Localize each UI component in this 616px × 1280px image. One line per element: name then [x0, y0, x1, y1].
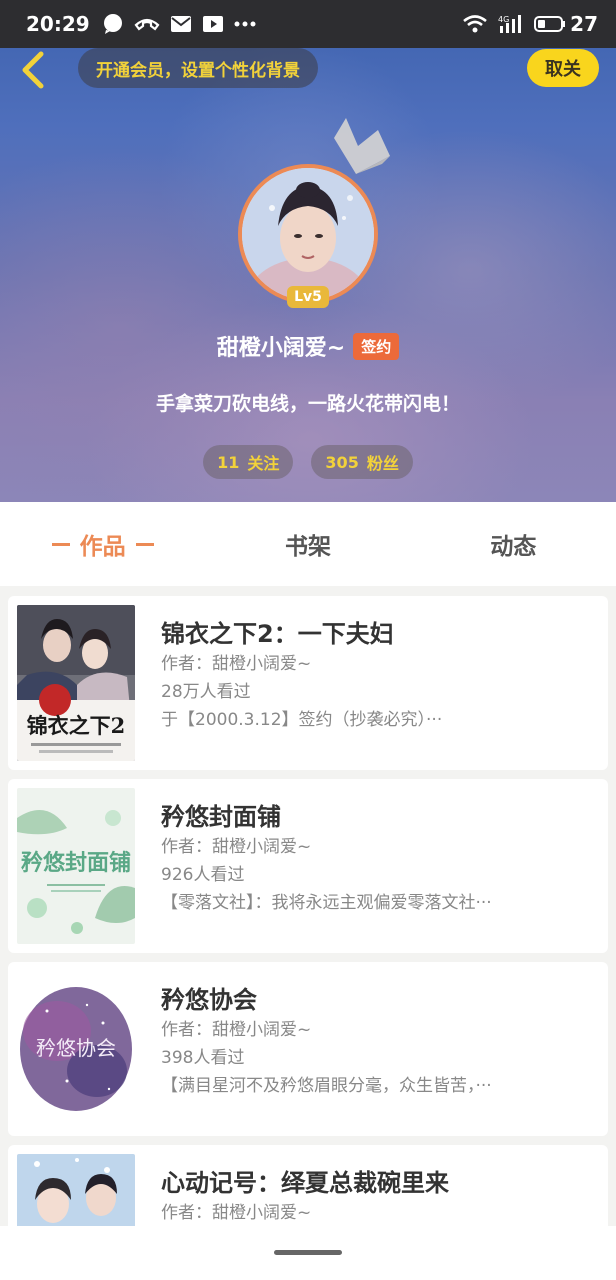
svg-text:锦衣之下2: 锦衣之下2	[27, 713, 126, 738]
user-bio: 手拿菜刀砍电线，一路火花带闪电！	[155, 393, 460, 415]
signal-icon: 4G	[498, 14, 524, 34]
book-info: 心动记号：绎夏总裁碗里来 作者：甜橙小阔爱~	[161, 1163, 594, 1226]
book-title[interactable]: 矜悠协会	[161, 980, 594, 1016]
profile-header: 20:29 4G 27 开通会员，设置个性化背景 取关 Lv5 甜橙小阔爱~ 签…	[0, 0, 616, 502]
tab-works-label: 作品	[79, 534, 126, 560]
battery-level: 27	[570, 12, 598, 36]
tab-indicator-right	[135, 542, 154, 546]
followers-label: 粉丝	[366, 454, 399, 473]
home-indicator[interactable]	[274, 1250, 342, 1255]
avatar[interactable]	[238, 164, 378, 304]
tab-activity[interactable]: 动态	[411, 502, 616, 586]
play-icon	[202, 15, 224, 33]
status-bar: 20:29 4G 27	[0, 0, 616, 48]
book-author: 作者：甜橙小阔爱~	[161, 654, 312, 674]
phone-icon	[134, 13, 160, 35]
status-time: 20:29	[26, 12, 90, 36]
svg-text:矜悠协会: 矜悠协会	[36, 1036, 116, 1060]
book-info: 矜悠封面铺 作者：甜橙小阔爱~ 926人看过 【零落文社】：我将永远主观偏爱零落…	[161, 797, 594, 917]
book-author: 作者：甜橙小阔爱~	[161, 1020, 312, 1040]
signed-badge: 签约	[353, 332, 400, 360]
unfollow-button[interactable]: 取关	[527, 49, 599, 87]
svg-text:4G: 4G	[498, 15, 509, 24]
vip-background-prompt[interactable]: 开通会员，设置个性化背景	[78, 48, 318, 88]
book-cover[interactable]: 锦衣之下2	[17, 605, 135, 761]
book-card[interactable]: 心动记号：绎夏总裁碗里来 作者：甜橙小阔爱~	[8, 1145, 608, 1226]
book-views: 398人看过	[161, 1048, 245, 1068]
chat-bubble-icon	[102, 13, 124, 35]
book-cover[interactable]	[17, 1154, 135, 1226]
book-title[interactable]: 心动记号：绎夏总裁碗里来	[161, 1163, 594, 1199]
book-views: 28万人看过	[161, 682, 251, 702]
book-title[interactable]: 矜悠封面铺	[161, 797, 594, 833]
tab-works[interactable]: 作品	[0, 502, 205, 586]
book-info: 矜悠协会 作者：甜橙小阔爱~ 398人看过 【满目星河不及矜悠眉眼分毫，众生皆苦…	[161, 980, 594, 1100]
book-info: 锦衣之下2：一下夫妇 作者：甜橙小阔爱~ 28万人看过 于【2000.3.12】…	[161, 614, 594, 734]
book-card[interactable]: 锦衣之下2 锦衣之下2：一下夫妇 作者：甜橙小阔爱~ 28万人看过 于【2000…	[8, 596, 608, 770]
back-button[interactable]	[16, 50, 50, 90]
username-row: 甜橙小阔爱~ 签约	[0, 326, 616, 366]
back-arrow-icon	[22, 51, 44, 89]
book-description: 于【2000.3.12】签约（抄袭必究）···	[161, 710, 443, 730]
book-card[interactable]: 矜悠封面铺 矜悠封面铺 作者：甜橙小阔爱~ 926人看过 【零落文社】：我将永远…	[8, 779, 608, 953]
book-cover[interactable]: 矜悠协会	[17, 971, 135, 1127]
book-card[interactable]: 矜悠协会 矜悠协会 作者：甜橙小阔爱~ 398人看过 【满目星河不及矜悠眉眼分毫…	[8, 962, 608, 1136]
book-views: 926人看过	[161, 865, 245, 885]
book-description: 【零落文社】：我将永远主观偏爱零落文社···	[161, 893, 492, 913]
book-author: 作者：甜橙小阔爱~	[161, 1203, 312, 1223]
navigation-bar	[0, 1226, 616, 1280]
tab-bookshelf[interactable]: 书架	[205, 502, 410, 586]
tab-indicator-left	[51, 542, 70, 546]
book-description: 【满目星河不及矜悠眉眼分毫，众生皆苦，···	[161, 1076, 492, 1096]
stats-row: 11 关注 305 粉丝	[0, 445, 616, 479]
following-label: 关注	[247, 454, 280, 473]
following-count[interactable]: 11 关注	[203, 445, 294, 479]
tab-bookshelf-label: 书架	[284, 534, 331, 560]
level-badge: Lv5	[287, 286, 329, 308]
username: 甜橙小阔爱~	[216, 336, 346, 361]
book-cover[interactable]: 矜悠封面铺	[17, 788, 135, 944]
book-author: 作者：甜橙小阔爱~	[161, 837, 312, 857]
followers-count[interactable]: 305 粉丝	[311, 445, 413, 479]
battery-icon	[534, 15, 566, 33]
profile-tabs: 作品 书架 动态	[0, 502, 616, 586]
more-dots-icon	[234, 21, 256, 27]
book-list: 锦衣之下2 锦衣之下2：一下夫妇 作者：甜橙小阔爱~ 28万人看过 于【2000…	[0, 586, 616, 1226]
tab-activity-label: 动态	[490, 534, 537, 560]
followers-number: 305	[325, 452, 359, 472]
svg-text:矜悠封面铺: 矜悠封面铺	[21, 850, 131, 876]
mail-icon	[170, 15, 192, 33]
wifi-icon	[462, 14, 488, 34]
book-title[interactable]: 锦衣之下2：一下夫妇	[161, 614, 594, 650]
following-number: 11	[217, 452, 240, 472]
